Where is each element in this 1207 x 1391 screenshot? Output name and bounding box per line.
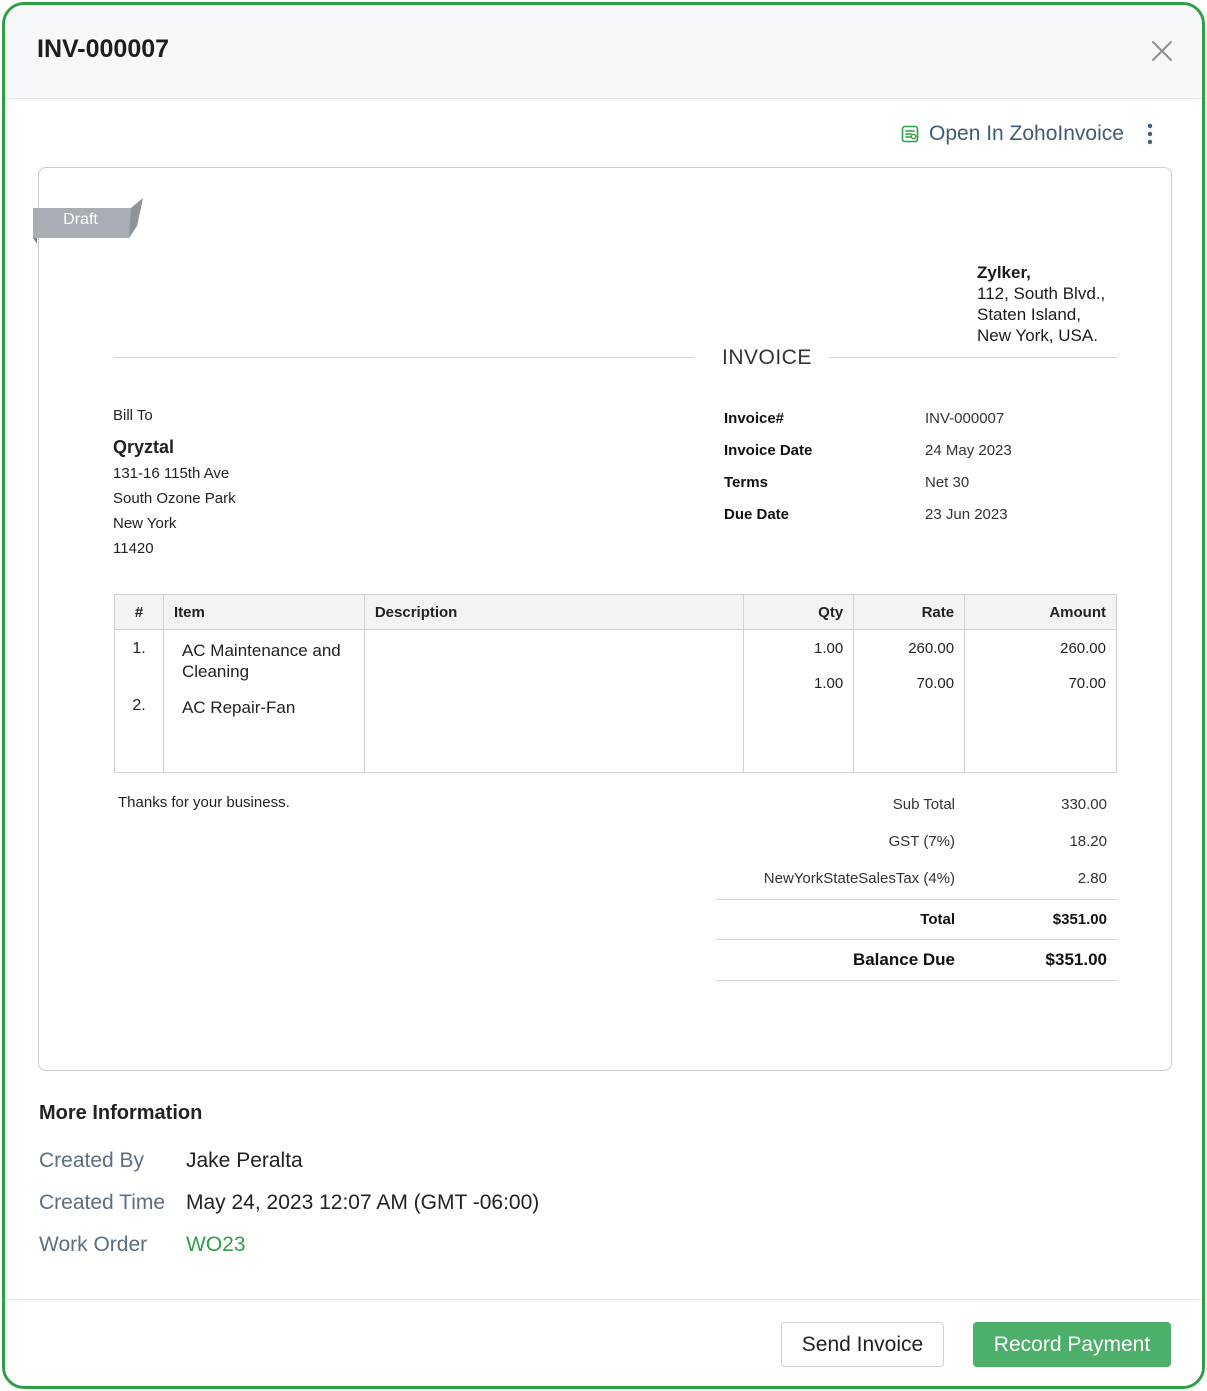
bill-to-block: Bill To Qryztal 131-16 115th Ave South O… (113, 407, 236, 565)
close-icon[interactable] (1150, 39, 1174, 63)
meta-label: Due Date (724, 506, 790, 523)
send-invoice-button[interactable]: Send Invoice (781, 1322, 944, 1367)
status-ribbon-label: Draft (63, 211, 98, 228)
zoho-invoice-icon (901, 125, 919, 143)
column-header-description: Description (363, 594, 745, 630)
created-time-label: Created Time (39, 1191, 166, 1214)
meta-value: INV-000007 (925, 410, 1005, 427)
description-cell (363, 629, 745, 773)
meta-label: Terms (724, 474, 768, 491)
customer-address-line: South Ozone Park (113, 490, 236, 507)
balance-due-label: Balance Due (852, 950, 955, 969)
customer-address-line: 11420 (113, 540, 154, 557)
more-vertical-icon[interactable] (1142, 119, 1158, 149)
total-value: $351.00 (1052, 911, 1107, 928)
totals-block: Sub Total 330.00 GST (7%) 18.20 NewYorkS… (716, 786, 1117, 981)
org-address-line: 112, South Blvd., (977, 284, 1106, 303)
customer-address-line: New York (113, 515, 177, 532)
more-information-heading: More Information (39, 1102, 203, 1124)
line-number: 1. (132, 640, 146, 657)
meta-row-terms: Terms Net 30 (724, 474, 1012, 506)
line-items-table: # Item Description Qty Rate Amount 1. 2.… (114, 594, 1117, 773)
table-row: 1. 2. AC Maintenance and Cleaning AC Rep… (114, 629, 1117, 773)
created-time-value: May 24, 2023 12:07 AM (GMT -06:00) (186, 1191, 540, 1214)
organization-address: Zylker, 112, South Blvd., Staten Island,… (977, 262, 1105, 346)
item-amount: 70.00 (1068, 675, 1106, 692)
open-link-label: Open In ZohoInvoice (929, 122, 1124, 145)
created-time-row: Created Time May 24, 2023 12:07 AM (GMT … (39, 1191, 539, 1215)
divider (829, 357, 1117, 358)
meta-row-invoice-number: Invoice# INV-000007 (724, 410, 1012, 442)
meta-label: Invoice Date (724, 442, 813, 459)
meta-value: Net 30 (925, 474, 970, 491)
meta-value: 23 Jun 2023 (925, 506, 1008, 523)
table-header-row: # Item Description Qty Rate Amount (114, 594, 1117, 630)
modal-title: INV-000007 (37, 35, 170, 63)
item-qty: 1.00 (813, 640, 844, 657)
meta-row-invoice-date: Invoice Date 24 May 2023 (724, 442, 1012, 474)
record-payment-button[interactable]: Record Payment (973, 1322, 1171, 1367)
item-rate: 260.00 (908, 640, 955, 657)
item-cell: AC Maintenance and Cleaning AC Repair-Fa… (162, 629, 365, 773)
meta-row-due-date: Due Date 23 Jun 2023 (724, 506, 1012, 538)
gst-value: 18.20 (1069, 833, 1107, 850)
document-title: INVOICE (722, 346, 812, 369)
open-in-zoho-invoice-link[interactable]: Open In ZohoInvoice (901, 119, 1124, 149)
created-by-row: Created By Jake Peralta (39, 1149, 303, 1173)
amount-cell: 260.00 70.00 (964, 629, 1117, 773)
modal-header: INV-000007 (5, 5, 1202, 99)
line-number: 2. (132, 697, 146, 714)
work-order-label: Work Order (39, 1233, 148, 1256)
invoice-meta: Invoice# INV-000007 Invoice Date 24 May … (724, 410, 1012, 538)
subtotal-row: Sub Total 330.00 (716, 786, 1117, 823)
created-by-value: Jake Peralta (186, 1149, 303, 1172)
subtotal-label: Sub Total (892, 796, 955, 813)
bill-to-label: Bill To (113, 407, 153, 424)
meta-label: Invoice# (724, 410, 785, 427)
ny-tax-row: NewYorkStateSalesTax (4%) 2.80 (716, 860, 1117, 897)
column-header-item: Item (162, 594, 365, 630)
total-row: Total $351.00 (716, 899, 1117, 939)
balance-due-value: $351.00 (1045, 950, 1107, 969)
column-header-num: # (114, 594, 164, 630)
balance-due-row: Balance Due $351.00 (716, 939, 1117, 981)
work-order-link[interactable]: WO23 (186, 1233, 246, 1257)
gst-label: GST (7%) (888, 833, 955, 850)
org-address-line: Staten Island, (977, 305, 1081, 324)
column-header-rate: Rate (853, 594, 966, 630)
org-name: Zylker, (977, 263, 1031, 282)
customer-address-line: 131-16 115th Ave (113, 465, 230, 482)
created-by-label: Created By (39, 1149, 145, 1172)
customer-name: Qryztal (113, 437, 175, 457)
num-cell: 1. 2. (114, 629, 164, 773)
divider (114, 357, 694, 358)
item-amount: 260.00 (1060, 640, 1106, 657)
rate-cell: 260.00 70.00 (853, 629, 966, 773)
work-order-row: Work Order WO23 (39, 1233, 246, 1257)
invoice-notes: Thanks for your business. (118, 794, 290, 811)
total-label: Total (920, 911, 955, 928)
org-address-line: New York, USA. (977, 326, 1098, 345)
ny-tax-label: NewYorkStateSalesTax (4%) (763, 870, 955, 887)
invoice-modal: INV-000007 Open In ZohoInvoice Draft Zyl… (2, 2, 1205, 1389)
item-qty: 1.00 (813, 675, 844, 692)
gst-row: GST (7%) 18.20 (716, 823, 1117, 860)
modal-footer: Send Invoice Record Payment (5, 1299, 1202, 1386)
item-name: AC Maintenance and Cleaning (181, 641, 341, 681)
column-header-qty: Qty (743, 594, 855, 630)
meta-value: 24 May 2023 (925, 442, 1012, 459)
item-name: AC Repair-Fan (181, 698, 296, 717)
column-header-amount: Amount (964, 594, 1117, 630)
qty-cell: 1.00 1.00 (743, 629, 855, 773)
ny-tax-value: 2.80 (1077, 870, 1107, 887)
item-rate: 70.00 (916, 675, 955, 692)
subtotal-value: 330.00 (1061, 796, 1107, 813)
